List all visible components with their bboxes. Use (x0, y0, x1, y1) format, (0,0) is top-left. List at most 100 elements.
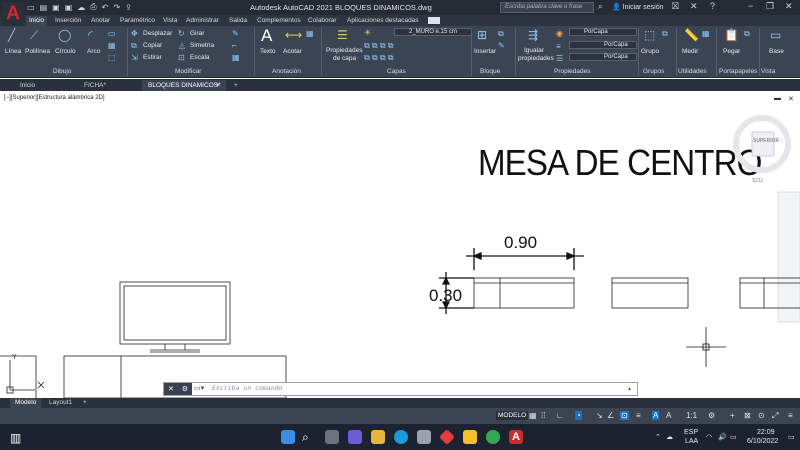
help-icon[interactable]: ? (710, 1, 715, 11)
panel-label-groups[interactable]: Grupos (643, 68, 664, 75)
share-icon[interactable]: ⇪ (125, 3, 132, 12)
panel-label-view[interactable]: Vista (761, 68, 775, 75)
clock-time[interactable]: 22:09 (757, 429, 775, 436)
task-view-icon[interactable] (325, 430, 339, 444)
trim-icon[interactable]: ✎ (232, 29, 239, 38)
match-properties-button-line2[interactable]: propiedades (518, 55, 554, 62)
restore-icon[interactable]: ❐ (766, 1, 774, 12)
close-command-icon[interactable]: ✕ (168, 385, 174, 393)
circle-button[interactable]: Círculo (55, 48, 76, 55)
customize-status-icon[interactable]: ≡ (788, 411, 793, 420)
minimize-icon[interactable]: − (748, 1, 753, 11)
layer-on-icon[interactable]: ☀ (364, 28, 371, 37)
color-wheel-icon[interactable]: ◉ (556, 29, 563, 38)
close-icon[interactable]: ✕ (785, 1, 793, 12)
signin-button[interactable]: 👤 Iniciar sesión (612, 3, 664, 11)
lineweight-dropdown[interactable]: PorCapa (569, 53, 637, 61)
match-properties-icon[interactable]: ⇶ (528, 28, 538, 42)
widgets-icon[interactable]: ▥ (10, 431, 21, 445)
insert-block-icon[interactable]: ⊞ (477, 28, 487, 42)
line-icon[interactable]: ╱ (8, 28, 15, 42)
exchange-icon[interactable]: ✕ (690, 1, 698, 12)
circle-icon[interactable]: ◯ (58, 28, 71, 42)
annotation-scale-value[interactable]: 1:1 (686, 411, 697, 420)
dimension-icon[interactable]: ⟷ (285, 28, 302, 42)
tab-insercion[interactable]: Inserción (52, 16, 84, 26)
edit-block-icon[interactable]: ✎ (498, 41, 505, 50)
move-icon[interactable]: ✥ (131, 29, 138, 38)
navigation-bar[interactable] (777, 191, 800, 323)
panel-label-clipboard[interactable]: Portapapeles (719, 68, 757, 75)
grid-icon[interactable]: ▦ (529, 411, 537, 420)
layer-properties-icon[interactable]: ☰ (337, 28, 348, 42)
customize-command-icon[interactable]: ⚙ (182, 385, 188, 393)
coffee-table-block-2[interactable] (611, 277, 689, 309)
snap-icon[interactable]: ⁞⁞ (541, 411, 545, 420)
edge-icon[interactable] (394, 430, 408, 444)
teams-icon[interactable] (348, 430, 362, 444)
panel-label-draw[interactable]: Dibujo (53, 68, 71, 75)
add-icon[interactable]: + (730, 411, 735, 420)
layout-tab-layout1[interactable]: Layout1 (44, 398, 77, 408)
file-explorer-icon[interactable] (371, 430, 385, 444)
base-view-icon[interactable]: ▭ (770, 28, 781, 42)
ortho-icon[interactable]: ∟ (556, 411, 564, 420)
linetype-dropdown[interactable]: PorCapa (569, 41, 637, 49)
arc-button[interactable]: Arco (87, 48, 100, 55)
paste-icon[interactable]: 📋 (724, 28, 739, 42)
tab-parametrico[interactable]: Paramétrico (117, 16, 158, 26)
array-icon[interactable]: ▦ (232, 53, 240, 62)
hardware-icon[interactable]: ⊙ (758, 411, 765, 420)
isodraft-icon[interactable]: ↘ (596, 411, 603, 420)
match-properties-button[interactable]: Igualar (524, 47, 544, 54)
calculator-icon[interactable]: ▦ (702, 29, 710, 38)
viewcube-label[interactable]: SUPERIOR (753, 138, 779, 144)
redo-icon[interactable]: ↷ (113, 3, 120, 12)
arc-icon[interactable]: ◜ (88, 28, 93, 42)
rotate-icon[interactable]: ↻ (178, 29, 185, 38)
tab-salida[interactable]: Salida (226, 16, 250, 26)
panel-label-annotation[interactable]: Anotación (272, 68, 301, 75)
copy-button[interactable]: Copiar (143, 42, 162, 49)
create-block-icon[interactable]: ⧉ (498, 29, 504, 39)
start-icon[interactable] (281, 430, 295, 444)
table-icon[interactable]: ▦ (306, 29, 314, 38)
wcs-menu[interactable]: SCU (752, 178, 763, 184)
battery-icon[interactable]: ▭ (730, 433, 737, 441)
object-snap-icon[interactable]: ⊡ (620, 411, 629, 420)
language-indicator[interactable]: ESP (684, 429, 698, 436)
open-folder-icon[interactable]: ▤ (40, 3, 48, 12)
layer-properties-button[interactable]: Propiedades (326, 47, 363, 54)
tab-administrar[interactable]: Administrar (183, 16, 222, 26)
undo-icon[interactable]: ↶ (102, 3, 109, 12)
search-icon[interactable]: ⌕ (598, 2, 602, 12)
panel-label-layers[interactable]: Capas (387, 68, 406, 75)
tab-inicio[interactable]: Inicio (26, 16, 48, 26)
file-tab-start[interactable]: Inicio (14, 80, 74, 91)
file-tab-ficha[interactable]: FICHA* (78, 80, 138, 91)
rectangle-icon[interactable]: ▭ (108, 29, 116, 38)
panel-label-block[interactable]: Bloque (480, 68, 500, 75)
copy-icon[interactable]: ⧉ (131, 41, 137, 51)
volume-icon[interactable]: 🔊 (718, 433, 727, 441)
chrome-icon[interactable] (486, 430, 500, 444)
print-icon[interactable]: ⎙ (90, 2, 96, 12)
tray-cloud-icon[interactable]: ☁ (666, 433, 673, 441)
stretch-button[interactable]: Estirar (143, 54, 162, 61)
group-icon[interactable]: ⬚ (644, 28, 655, 42)
wifi-icon[interactable]: ◠ (706, 433, 712, 441)
command-expand-icon[interactable]: ▴ (628, 385, 631, 392)
polar-icon[interactable]: ◔ (575, 411, 582, 420)
panel-label-utilities[interactable]: Utilidades (678, 68, 707, 75)
boundary-icon[interactable]: ⬚ (108, 53, 116, 62)
language-indicator-2[interactable]: LAA (685, 438, 698, 445)
base-view-button[interactable]: Base (769, 48, 784, 55)
move-button[interactable]: Desplazar (143, 30, 172, 37)
fillet-icon[interactable]: ⌐ (232, 41, 237, 50)
isolate-icon[interactable]: ⊠ (744, 411, 751, 420)
color-dropdown[interactable]: PorCapa (569, 28, 637, 36)
annotation-scale-icon[interactable]: A (666, 411, 671, 420)
file-tab-close-icon[interactable]: × (216, 80, 220, 91)
rotate-button[interactable]: Girar (190, 30, 204, 37)
copy-clip-icon[interactable]: ⧉ (744, 29, 750, 39)
